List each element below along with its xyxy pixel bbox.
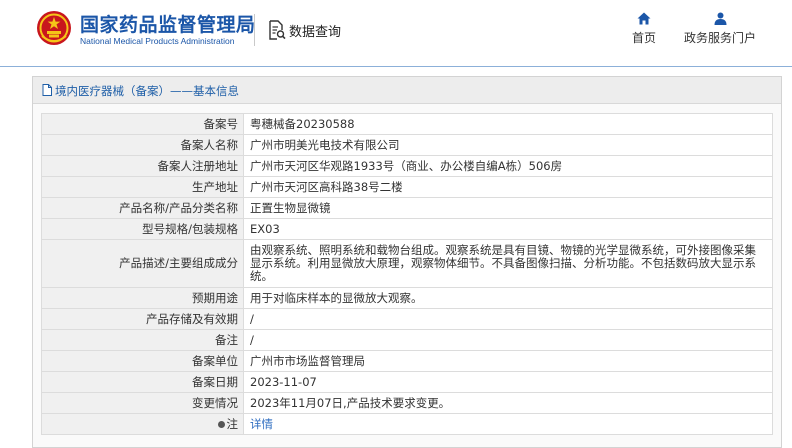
table-row: 备案人名称 广州市明美光电技术有限公司 xyxy=(41,134,773,156)
org-name-cn[interactable]: 国家药品监督管理局 xyxy=(80,10,256,37)
field-label: 产品描述/主要组成成分 xyxy=(41,239,244,288)
document-icon xyxy=(42,84,52,96)
field-label: 变更情况 xyxy=(41,392,244,414)
table-row: 生产地址 广州市天河区高科路38号二楼 xyxy=(41,176,773,198)
field-value: 广州市明美光电技术有限公司 xyxy=(243,134,773,156)
nav-service-label: 政务服务门户 xyxy=(683,31,756,45)
field-value: / xyxy=(243,329,773,351)
nav-home-label: 首页 xyxy=(631,31,656,45)
field-label: 生产地址 xyxy=(41,176,244,198)
field-label: 备案人名称 xyxy=(41,134,244,156)
table-row: 预期用途 用于对临床样本的显微放大观察。 xyxy=(41,287,773,309)
nav-service-portal[interactable]: 政务服务门户 xyxy=(682,12,758,46)
home-icon xyxy=(637,12,651,25)
field-label: 注 xyxy=(41,413,244,435)
national-emblem-icon[interactable] xyxy=(36,10,72,46)
field-value: 广州市天河区高科路38号二楼 xyxy=(243,176,773,198)
field-value: 详情 xyxy=(243,413,773,435)
user-icon xyxy=(714,12,726,25)
site-header: 国家药品监督管理局 National Medical Products Admi… xyxy=(0,0,792,66)
field-label: 产品存储及有效期 xyxy=(41,308,244,330)
header-bottom-border xyxy=(0,66,792,67)
field-value: 正置生物显微镜 xyxy=(243,197,773,219)
header-divider xyxy=(254,14,255,46)
field-label: 备案人注册地址 xyxy=(41,155,244,177)
table-row: 备注 / xyxy=(41,329,773,351)
record-info-table: 备案号 粤穗械备20230588 备案人名称 广州市明美光电技术有限公司 备案人注册地址… xyxy=(41,113,773,435)
field-label: 型号规格/包装规格 xyxy=(41,218,244,240)
table-row: 型号规格/包装规格 EX03 xyxy=(41,218,773,240)
field-value: / xyxy=(243,308,773,330)
panel-title: 境内医疗器械（备案）——基本信息 xyxy=(55,84,239,98)
details-link[interactable]: 详情 xyxy=(250,417,273,431)
field-value: 广州市市场监督管理局 xyxy=(243,350,773,372)
org-name-en[interactable]: National Medical Products Administration xyxy=(80,36,235,46)
panel-title-bar: 境内医疗器械（备案）——基本信息 xyxy=(33,77,781,104)
pin-icon xyxy=(217,420,225,428)
field-value: 广州市天河区华观路1933号（商业、办公楼自编A栋）506房 xyxy=(243,155,773,177)
table-row: 产品存储及有效期 / xyxy=(41,308,773,330)
field-value: 由观察系统、照明系统和载物台组成。观察系统是具有目镜、物镜的光学显微系统，可外接… xyxy=(243,239,773,288)
table-row: 备案日期 2023-11-07 xyxy=(41,371,773,393)
field-label: 预期用途 xyxy=(41,287,244,309)
field-label: 备案日期 xyxy=(41,371,244,393)
note-label: 注 xyxy=(226,416,239,431)
data-query-link[interactable]: 数据查询 xyxy=(268,19,341,41)
field-value: 2023-11-07 xyxy=(243,371,773,393)
field-label: 备注 xyxy=(41,329,244,351)
table-row: 备案号 粤穗械备20230588 xyxy=(41,113,773,135)
document-search-icon xyxy=(269,20,286,40)
table-row: 注详情 xyxy=(41,413,773,435)
field-label: 备案号 xyxy=(41,113,244,135)
table-row: 备案人注册地址 广州市天河区华观路1933号（商业、办公楼自编A栋）506房 xyxy=(41,155,773,177)
table-row: 备案单位 广州市市场监督管理局 xyxy=(41,350,773,372)
data-query-label: 数据查询 xyxy=(289,24,342,40)
nav-home[interactable]: 首页 xyxy=(630,12,658,46)
field-value: 2023年11月07日,产品技术要求变更。 xyxy=(243,392,773,414)
field-value: 用于对临床样本的显微放大观察。 xyxy=(243,287,773,309)
field-label: 备案单位 xyxy=(41,350,244,372)
detail-panel: 境内医疗器械（备案）——基本信息 备案号 粤穗械备20230588 备案人名称 广州市… xyxy=(32,76,782,448)
field-label: 产品名称/产品分类名称 xyxy=(41,197,244,219)
table-row: 变更情况 2023年11月07日,产品技术要求变更。 xyxy=(41,392,773,414)
field-value: 粤穗械备20230588 xyxy=(243,113,773,135)
table-row: 产品描述/主要组成成分 由观察系统、照明系统和载物台组成。观察系统是具有目镜、物镜… xyxy=(41,239,773,288)
field-value: EX03 xyxy=(243,218,773,240)
table-row: 产品名称/产品分类名称 正置生物显微镜 xyxy=(41,197,773,219)
